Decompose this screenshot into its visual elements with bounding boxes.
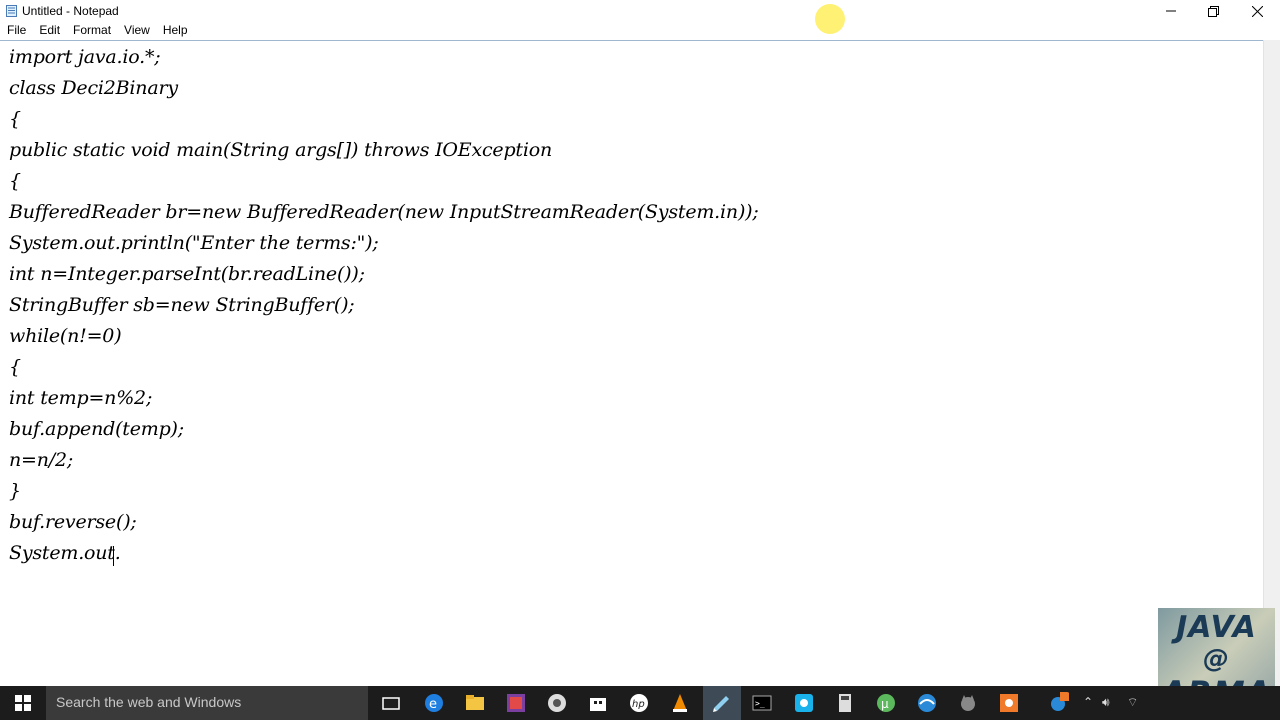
chrome-icon[interactable] bbox=[546, 692, 568, 714]
file-explorer-icon[interactable] bbox=[464, 692, 486, 714]
code-line: StringBuffer sb=new StringBuffer(); bbox=[9, 294, 355, 316]
logo-line-2: @ bbox=[1203, 644, 1230, 674]
code-line: class Deci2Binary bbox=[9, 77, 178, 99]
search-placeholder: Search the web and Windows bbox=[56, 694, 242, 710]
title-bar: Untitled - Notepad bbox=[0, 0, 1280, 34]
orange-app-icon[interactable] bbox=[998, 692, 1020, 714]
vlc-icon[interactable] bbox=[669, 692, 691, 714]
code-line: BufferedReader br=new BufferedReader(new… bbox=[9, 201, 759, 223]
notepad-app-icon bbox=[6, 5, 17, 17]
restore-icon bbox=[1207, 5, 1219, 17]
menu-format[interactable]: Format bbox=[66, 22, 117, 40]
code-line: buf.reverse(); bbox=[9, 511, 137, 533]
browser-icon[interactable] bbox=[916, 692, 938, 714]
svg-text:hp: hp bbox=[632, 699, 645, 710]
text-editor[interactable]: import java.io.*; class Deci2Binary { pu… bbox=[0, 40, 1263, 687]
skype-icon[interactable] bbox=[793, 692, 815, 714]
window-title: Untitled - Notepad bbox=[22, 4, 119, 18]
store-icon[interactable] bbox=[587, 692, 609, 714]
text-caret bbox=[113, 546, 114, 566]
edge-icon[interactable]: e bbox=[423, 692, 445, 714]
wifi-icon[interactable]: ⌔ bbox=[1127, 695, 1138, 710]
menu-bar: File Edit Format View Help bbox=[0, 22, 1280, 40]
utorrent-icon[interactable]: µ bbox=[875, 692, 897, 714]
restore-button[interactable] bbox=[1190, 0, 1236, 22]
close-button[interactable] bbox=[1234, 0, 1280, 22]
tray-app-icon[interactable] bbox=[1048, 692, 1070, 714]
code-line: n=n/2; bbox=[9, 449, 74, 471]
code-line: } bbox=[9, 480, 21, 502]
cmd-icon[interactable]: >_ bbox=[751, 692, 773, 714]
svg-text:µ: µ bbox=[881, 697, 889, 711]
logo-line-1: JAVA bbox=[1176, 610, 1257, 645]
search-box[interactable]: Search the web and Windows bbox=[46, 686, 368, 720]
start-button[interactable] bbox=[0, 686, 46, 720]
code-line: int temp=n%2; bbox=[9, 387, 153, 409]
code-line: public static void main(String args[]) t… bbox=[9, 139, 553, 161]
code-line: int n=Integer.parseInt(br.readLine()); bbox=[9, 263, 365, 285]
svg-text:e: e bbox=[429, 697, 437, 712]
menu-edit[interactable]: Edit bbox=[32, 22, 66, 40]
code-line: import java.io.*; bbox=[9, 46, 161, 68]
task-view-icon[interactable] bbox=[380, 692, 402, 714]
code-line: { bbox=[9, 170, 21, 192]
code-line: while(n!=0) bbox=[9, 325, 122, 347]
minimize-button[interactable] bbox=[1148, 0, 1194, 22]
calculator-icon[interactable] bbox=[834, 692, 856, 714]
notepad-icon[interactable] bbox=[710, 692, 732, 714]
code-line: buf.append(temp); bbox=[9, 418, 184, 440]
windows-icon bbox=[15, 695, 31, 711]
menu-view[interactable]: View bbox=[117, 22, 156, 40]
code-line: { bbox=[9, 108, 21, 130]
hp-icon[interactable]: hp bbox=[628, 692, 650, 714]
taskbar: Search the web and Windows e hp >_ µ ⌃ 🔊… bbox=[0, 686, 1280, 720]
chevron-up-icon[interactable]: ⌃ bbox=[1083, 695, 1093, 709]
vertical-scrollbar[interactable] bbox=[1263, 40, 1280, 686]
cat-icon[interactable] bbox=[957, 692, 979, 714]
minimize-icon bbox=[1166, 10, 1176, 12]
code-line: System.out.println("Enter the terms:"); bbox=[9, 232, 379, 254]
menu-file[interactable]: File bbox=[0, 22, 32, 40]
close-icon bbox=[1251, 5, 1263, 17]
code-line: { bbox=[9, 356, 21, 378]
volume-icon[interactable]: 🔊︎ bbox=[1102, 695, 1110, 710]
svg-text:>_: >_ bbox=[755, 699, 765, 708]
code-line: System.out. bbox=[9, 542, 121, 564]
menu-help[interactable]: Help bbox=[156, 22, 194, 40]
app-icon[interactable] bbox=[505, 692, 527, 714]
